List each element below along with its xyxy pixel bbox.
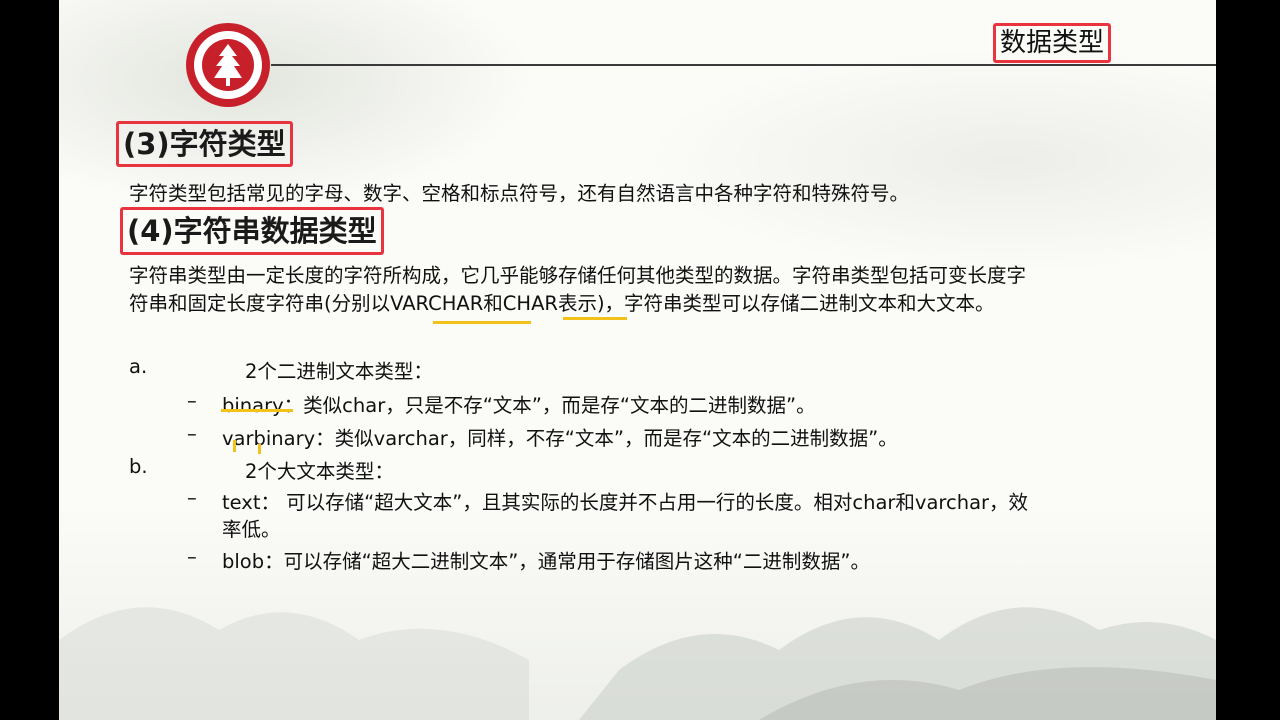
slide: 数据类型 (3)字符类型 字符类型包括常见的字母、数字、空格和标点符号，还有自然… (59, 0, 1216, 720)
section-4-heading: (4)字符串数据类型 (120, 207, 384, 255)
section-4-text-line-1: 字符串类型由一定长度的字符所构成，它几乎能够存储任何其他类型的数据。字符串类型包… (129, 264, 1027, 287)
university-logo (186, 23, 270, 107)
list-dash: – (187, 545, 197, 568)
slide-title: 数据类型 (993, 23, 1112, 63)
header-divider (271, 64, 1216, 66)
char-highlight-mark (563, 317, 627, 320)
annotation-tick-mark (258, 444, 261, 454)
list-dash: – (187, 389, 197, 412)
list-b-item-text-continued: 率低。 (222, 518, 281, 541)
list-a-item-varbinary: varbinary：类似varchar，同样，不存“文本”，而是存“文本的二进制… (222, 427, 898, 450)
list-b-item-text: text： 可以存储“超大文本”，且其实际的长度并不占用一行的长度。相对char… (222, 491, 1029, 514)
section-3-heading: (3)字符类型 (116, 121, 293, 167)
section-4-text: 字符串类型由一定长度的字符所构成，它几乎能够存储任何其他类型的数据。字符串类型包… (129, 262, 1026, 318)
list-a-title: 2个二进制文本类型： (245, 360, 433, 383)
annotation-tick-mark (233, 440, 236, 452)
varchar-highlight-mark (433, 321, 531, 324)
section-4-text-line-2: 符串和固定长度字符串(分别以VARCHAR和CHAR表示)，字符串类型可以存储二… (129, 292, 995, 315)
list-marker-b: b. (129, 455, 148, 478)
section-3-text: 字符类型包括常见的字母、数字、空格和标点符号，还有自然语言中各种字符和特殊符号。 (129, 182, 910, 205)
binary-highlight-mark (221, 409, 293, 412)
list-marker-a: a. (129, 355, 148, 378)
list-dash: – (187, 422, 197, 445)
list-a-item-binary: binary：类似char，只是不存“文本”，而是存“文本的二进制数据”。 (222, 394, 816, 417)
list-b-item-blob: blob：可以存储“超大二进制文本”，通常用于存储图片这种“二进制数据”。 (222, 550, 871, 573)
list-b-title: 2个大文本类型： (245, 460, 394, 483)
list-dash: – (187, 486, 197, 509)
